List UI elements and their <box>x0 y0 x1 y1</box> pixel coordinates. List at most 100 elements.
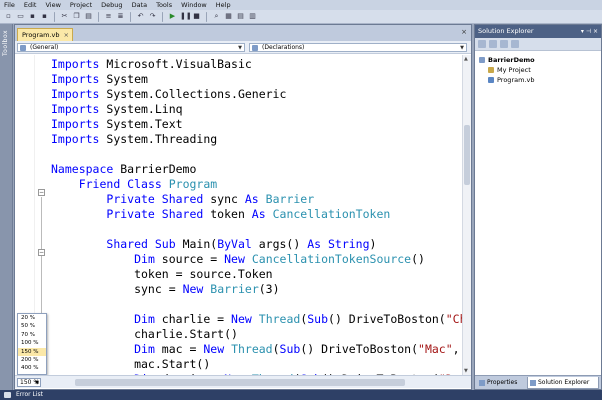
code-line[interactable]: token = source.Token <box>51 267 463 282</box>
code-line[interactable] <box>51 222 463 237</box>
code-token: source = <box>154 252 225 266</box>
view-code-icon[interactable] <box>511 40 519 48</box>
tab-program-vb[interactable]: Program.vb × <box>17 28 73 41</box>
code-token: System.Linq <box>99 102 183 116</box>
tree-item[interactable]: BarrierDemo <box>479 55 535 65</box>
code-line[interactable]: Dim source = New CancellationTokenSource… <box>51 252 463 267</box>
tab-label: Solution Explorer <box>538 379 590 386</box>
tree-item[interactable]: My Project <box>479 65 535 75</box>
properties-icon[interactable] <box>478 40 486 48</box>
menu-item-file[interactable]: File <box>4 0 15 10</box>
refresh-icon[interactable] <box>500 40 508 48</box>
menu-item-window[interactable]: Window <box>181 0 207 10</box>
zoom-option[interactable]: 70 % <box>18 331 46 339</box>
code-line[interactable]: Imports System.Collections.Generic <box>51 87 463 102</box>
scroll-up-icon[interactable]: ▲ <box>464 56 468 62</box>
collapse-namespace-icon[interactable]: − <box>38 189 45 196</box>
code-line[interactable]: Dim charlie = New Thread(Sub() DriveToBo… <box>51 312 463 327</box>
pin-icon[interactable]: ⊣ <box>586 28 591 35</box>
copy-icon[interactable]: ❐ <box>72 12 81 21</box>
open-file-icon[interactable]: ▭ <box>16 12 25 21</box>
toolbox-strip[interactable]: Toolbox <box>0 24 13 390</box>
save-all-icon[interactable]: ▪ <box>40 12 49 21</box>
redo-icon[interactable]: ↷ <box>148 12 157 21</box>
zoom-combobox[interactable]: 150 % ▼ <box>17 378 41 387</box>
close-document-icon[interactable]: × <box>461 28 467 36</box>
panel-controls: ▾ ⊣ × <box>581 25 598 38</box>
cut-icon[interactable]: ✂ <box>60 12 69 21</box>
comment-icon[interactable]: ≡ <box>104 12 113 21</box>
properties-icon[interactable]: ▤ <box>236 12 245 21</box>
uncomment-icon[interactable]: ≣ <box>116 12 125 21</box>
close-icon[interactable]: × <box>593 28 598 35</box>
chevron-down-icon[interactable]: ▼ <box>35 379 39 387</box>
code-line[interactable] <box>51 147 463 162</box>
code-line[interactable] <box>51 297 463 312</box>
close-tab-icon[interactable]: × <box>64 29 69 41</box>
find-icon[interactable]: ⌕ <box>212 12 221 21</box>
menu-item-tools[interactable]: Tools <box>156 0 172 10</box>
code-line[interactable]: charlie.Start() <box>51 327 463 342</box>
code-line[interactable]: Imports System.Text <box>51 117 463 132</box>
zoom-option[interactable]: 100 % <box>18 339 46 347</box>
undo-icon[interactable]: ↶ <box>136 12 145 21</box>
vertical-scroll-thumb[interactable] <box>464 125 470 185</box>
scroll-down-icon[interactable]: ▼ <box>464 368 468 374</box>
code-line[interactable]: Imports System.Linq <box>51 102 463 117</box>
class-dropdown[interactable]: (General) ▼ <box>17 43 245 52</box>
solution-explorer-icon[interactable]: ▦ <box>224 12 233 21</box>
code-area[interactable]: − − Imports Microsoft.VisualBasic Imports… <box>15 55 463 375</box>
zoom-option[interactable]: 400 % <box>18 364 46 372</box>
code-line[interactable]: Dim mac = New Thread(Sub() DriveToBoston… <box>51 342 463 357</box>
tab-properties[interactable]: Properties <box>477 377 525 389</box>
tab-solution-explorer[interactable]: Solution Explorer <box>527 377 599 389</box>
code-line[interactable]: Namespace BarrierDemo <box>51 162 463 177</box>
code-line[interactable]: Private Shared token As CancellationToke… <box>51 207 463 222</box>
code-line[interactable]: Imports System <box>51 72 463 87</box>
code-token: Dim <box>134 252 155 266</box>
code-line[interactable]: mac.Start() <box>51 357 463 372</box>
code-line[interactable]: Imports System.Threading <box>51 132 463 147</box>
code-line[interactable]: Friend Class Program <box>51 177 463 192</box>
code-line[interactable]: Imports Microsoft.VisualBasic <box>51 57 463 72</box>
menu-item-data[interactable]: Data <box>132 0 148 10</box>
horizontal-scroll-thumb[interactable] <box>75 379 405 386</box>
code-token: Imports <box>51 72 100 86</box>
stop-icon[interactable]: ■ <box>192 12 201 21</box>
toolbox-label[interactable]: Toolbox <box>2 30 9 56</box>
save-icon[interactable]: ▪ <box>28 12 37 21</box>
zoom-option[interactable]: 20 % <box>18 314 46 322</box>
pause-icon[interactable]: ❚❚ <box>180 12 192 21</box>
vertical-scrollbar[interactable]: ▲ ▼ <box>462 55 471 375</box>
toolbox-icon[interactable]: ▥ <box>248 12 257 21</box>
code-token: New <box>224 252 245 266</box>
collapse-sub-icon[interactable]: − <box>38 249 45 256</box>
menu-item-view[interactable]: View <box>45 0 60 10</box>
start-debugging-icon[interactable]: ▶ <box>168 12 177 21</box>
code-line[interactable]: sync = New Barrier(3) <box>51 282 463 297</box>
project-icon <box>488 67 494 73</box>
menu-item-project[interactable]: Project <box>70 0 92 10</box>
code-text[interactable]: Imports Microsoft.VisualBasic Imports Sys… <box>51 57 463 375</box>
menu-item-help[interactable]: Help <box>216 0 231 10</box>
code-token: () DriveToBoston( <box>300 342 419 356</box>
code-line[interactable]: Private Shared sync As Barrier <box>51 192 463 207</box>
show-all-files-icon[interactable] <box>489 40 497 48</box>
tree-item[interactable]: Program.vb <box>479 75 535 85</box>
menu-item-edit[interactable]: Edit <box>24 0 37 10</box>
zoom-option[interactable]: 200 % <box>18 356 46 364</box>
dropdown-icon[interactable]: ▾ <box>581 28 584 35</box>
menu-item-debug[interactable]: Debug <box>101 0 122 10</box>
code-line[interactable]: Shared Sub Main(ByVal args() As String) <box>51 237 463 252</box>
zoom-option[interactable]: 50 % <box>18 322 46 330</box>
error-list-bar[interactable]: Error List <box>0 390 602 400</box>
new-project-icon[interactable]: ▫ <box>4 12 13 21</box>
zoom-dropdown-list[interactable]: 20 % 50 % 70 % 100 % 150 % 200 % 400 % <box>17 313 47 375</box>
paste-icon[interactable]: ▤ <box>84 12 93 21</box>
member-dropdown[interactable]: (Declarations) ▼ <box>249 43 467 52</box>
zoom-option[interactable]: 150 % <box>18 347 46 356</box>
error-list-label: Error List <box>16 391 44 398</box>
